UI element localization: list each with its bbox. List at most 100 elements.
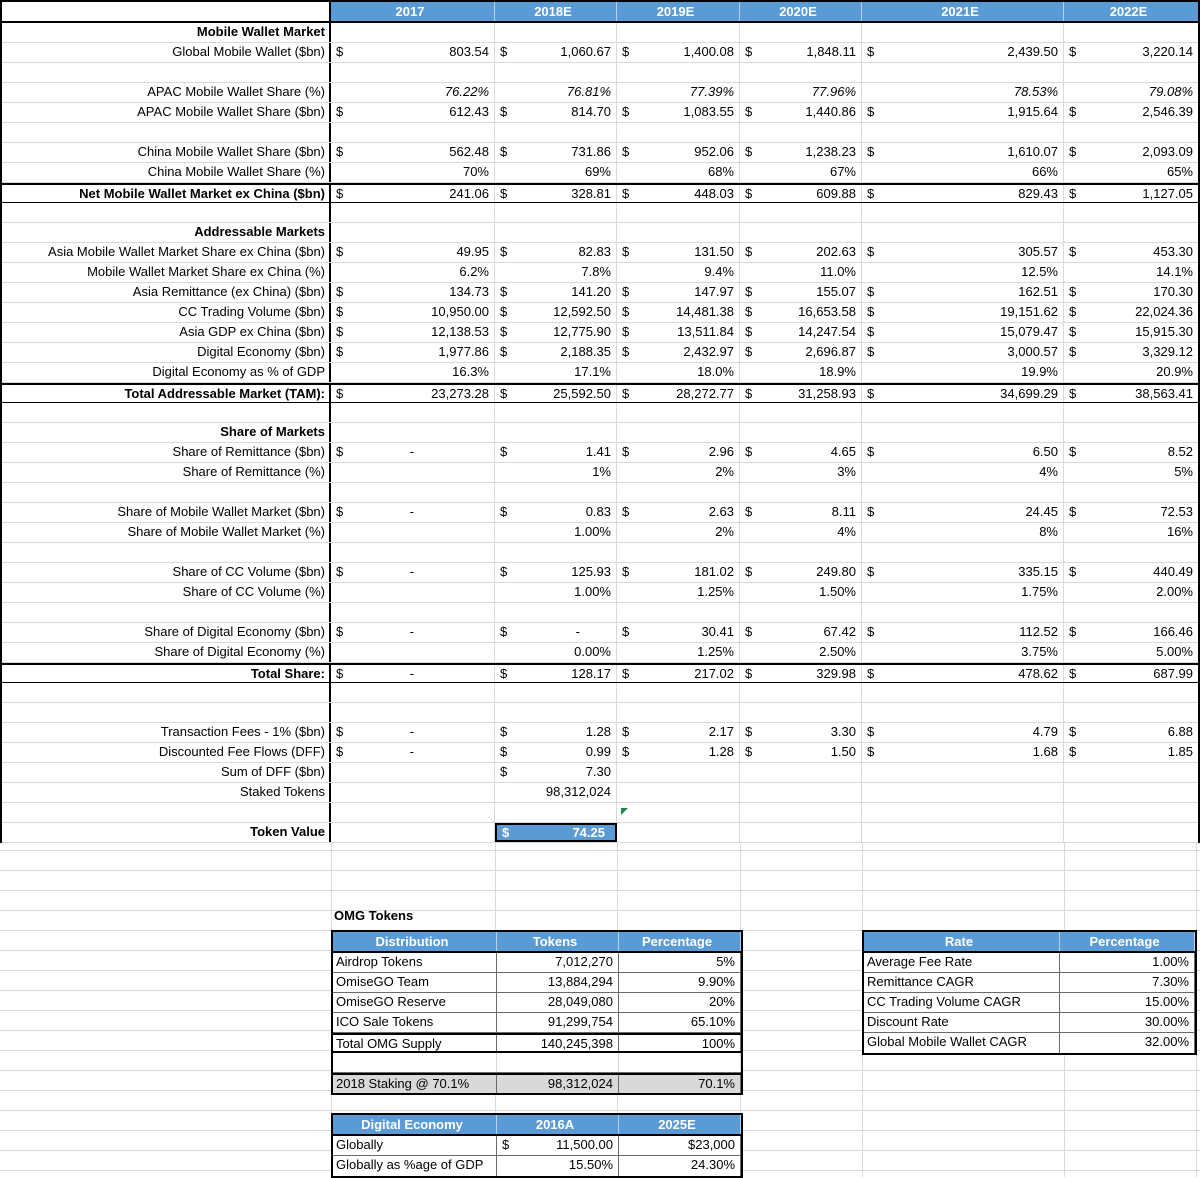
cell[interactable] [862, 423, 1064, 442]
row-label[interactable]: Share of Mobile Wallet Market (%) [2, 523, 331, 542]
cell[interactable] [617, 63, 740, 82]
cell[interactable] [495, 223, 617, 242]
cell[interactable]: $10,950.00 [331, 303, 495, 322]
cell[interactable]: 16% [1064, 523, 1198, 542]
row-label[interactable] [2, 403, 331, 422]
cell[interactable]: 3.75% [862, 643, 1064, 662]
cell[interactable]: $166.46 [1064, 623, 1198, 642]
cell[interactable] [1064, 63, 1198, 82]
cell[interactable]: 1.50% [740, 583, 862, 602]
cell[interactable] [1064, 423, 1198, 442]
cell[interactable]: $1.41 [495, 443, 617, 462]
row-label[interactable] [2, 543, 331, 562]
row-label[interactable]: Sum of DFF ($bn) [2, 763, 331, 782]
row-label[interactable]: Net Mobile Wallet Market ex China ($bn) [2, 185, 331, 202]
cell[interactable]: $249.80 [740, 563, 862, 582]
cell[interactable]: $12,138.53 [331, 323, 495, 342]
cell[interactable] [862, 403, 1064, 422]
cell[interactable] [862, 223, 1064, 242]
cell[interactable]: $30.41 [617, 623, 740, 642]
row-label[interactable]: APAC Mobile Wallet Share (%) [2, 83, 331, 102]
cell[interactable] [1064, 483, 1198, 502]
cell[interactable]: 1.25% [617, 643, 740, 662]
cell[interactable]: $1,848.11 [740, 43, 862, 62]
cell[interactable] [495, 803, 617, 822]
cell[interactable]: $329.98 [740, 665, 862, 682]
cell[interactable] [619, 1053, 741, 1072]
cell[interactable]: $478.62 [862, 665, 1064, 682]
cell[interactable]: $3.30 [740, 723, 862, 742]
row-label[interactable] [2, 483, 331, 502]
cell[interactable]: 4% [862, 463, 1064, 482]
row-label[interactable]: Digital Economy ($bn) [2, 343, 331, 362]
cell[interactable] [1064, 223, 1198, 242]
cell[interactable]: $ - [331, 743, 495, 762]
cell[interactable]: 5% [619, 953, 741, 972]
cell[interactable] [497, 1053, 619, 1072]
cell[interactable]: 65.10% [619, 1013, 741, 1032]
cell[interactable]: $2,439.50 [862, 43, 1064, 62]
cell[interactable]: 66% [862, 163, 1064, 182]
cell[interactable]: 14.1% [1064, 263, 1198, 282]
cell[interactable] [617, 423, 740, 442]
cell[interactable]: 98,312,024 [495, 783, 617, 802]
cell[interactable] [740, 123, 862, 142]
row-label[interactable]: Share of CC Volume ($bn) [2, 563, 331, 582]
row-label[interactable]: China Mobile Wallet Share ($bn) [2, 143, 331, 162]
cell[interactable]: 24.30% [619, 1156, 741, 1176]
cell[interactable]: $2.63 [617, 503, 740, 522]
cell[interactable]: 68% [617, 163, 740, 182]
cell[interactable]: 6.2% [331, 263, 495, 282]
cell[interactable] [740, 803, 862, 822]
cell[interactable]: $1,610.07 [862, 143, 1064, 162]
cell[interactable]: $4.65 [740, 443, 862, 462]
cell[interactable] [495, 703, 617, 722]
col-header-2025e[interactable]: 2025E [619, 1115, 741, 1134]
cell[interactable] [617, 603, 740, 622]
cell[interactable]: 79.08% [1064, 83, 1198, 102]
cell[interactable] [331, 203, 495, 222]
cell[interactable]: 76.22% [331, 83, 495, 102]
cell[interactable]: $23,273.28 [331, 385, 495, 402]
row-label[interactable]: CC Trading Volume ($bn) [2, 303, 331, 322]
cell[interactable]: 76.81% [495, 83, 617, 102]
cell[interactable]: $155.07 [740, 283, 862, 302]
cell[interactable]: $72.53 [1064, 503, 1198, 522]
cell[interactable] [740, 63, 862, 82]
cell[interactable]: $1,060.67 [495, 43, 617, 62]
cell[interactable]: 67% [740, 163, 862, 182]
row-label[interactable]: APAC Mobile Wallet Share ($bn) [2, 103, 331, 122]
col-header-distribution[interactable]: Distribution [333, 932, 497, 951]
cell[interactable]: 78.53% [862, 83, 1064, 102]
cell[interactable]: 16.3% [331, 363, 495, 382]
cell[interactable]: $ - [331, 503, 495, 522]
cell[interactable]: 98,312,024 [497, 1075, 619, 1093]
cell[interactable] [617, 683, 740, 702]
cell[interactable]: 0.00% [495, 643, 617, 662]
cell[interactable]: $609.88 [740, 185, 862, 202]
cell[interactable] [740, 483, 862, 502]
cell[interactable] [740, 403, 862, 422]
cell[interactable]: $131.50 [617, 243, 740, 262]
cell[interactable] [740, 203, 862, 222]
cell[interactable] [740, 223, 862, 242]
cell[interactable] [617, 823, 740, 842]
cell[interactable]: $1,083.55 [617, 103, 740, 122]
cell[interactable] [617, 123, 740, 142]
cell[interactable] [331, 423, 495, 442]
cell[interactable] [331, 583, 495, 602]
cell[interactable] [617, 703, 740, 722]
cell[interactable] [862, 783, 1064, 802]
cell[interactable]: 2% [617, 463, 740, 482]
cell[interactable]: $31,258.93 [740, 385, 862, 402]
cell[interactable]: $34,699.29 [862, 385, 1064, 402]
cell[interactable] [1064, 683, 1198, 702]
row-label[interactable]: Transaction Fees - 1% ($bn) [2, 723, 331, 742]
cell[interactable] [740, 763, 862, 782]
cell[interactable]: 15.00% [1060, 993, 1195, 1012]
cell[interactable]: $305.57 [862, 243, 1064, 262]
cell[interactable]: $0.83 [495, 503, 617, 522]
row-label[interactable]: Remittance CAGR [864, 973, 1060, 992]
row-label[interactable]: Share of Digital Economy ($bn) [2, 623, 331, 642]
cell[interactable]: $15,915.30 [1064, 323, 1198, 342]
